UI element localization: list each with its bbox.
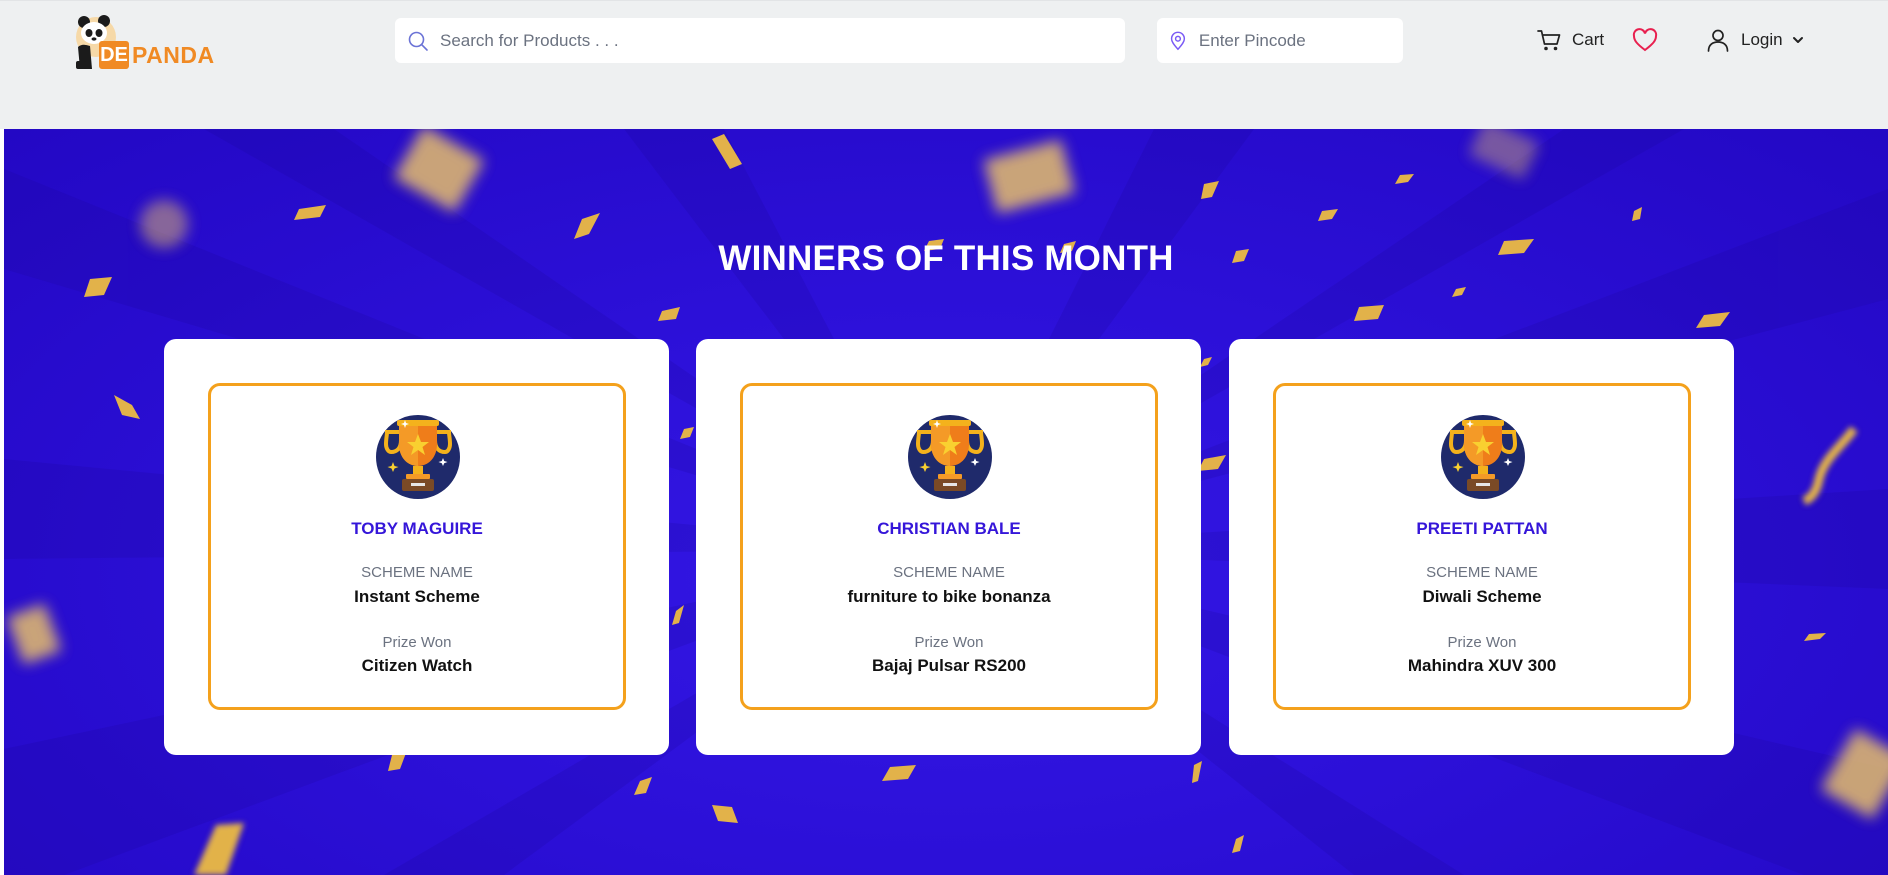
winner-card-frame: TOBY MAGUIRE SCHEME NAME Instant Scheme … <box>208 383 626 710</box>
winner-name: CHRISTIAN BALE <box>877 519 1021 538</box>
user-icon <box>1707 29 1729 52</box>
winner-name: TOBY MAGUIRE <box>351 519 483 538</box>
cart-icon <box>1537 30 1561 51</box>
winner-card: PREETI PATTAN SCHEME NAME Diwali Scheme … <box>1229 339 1734 755</box>
winner-name: PREETI PATTAN <box>1416 519 1548 538</box>
prize-won-label: Prize Won <box>382 634 452 651</box>
depanda-logo[interactable]: DE PANDA <box>70 13 220 71</box>
pincode-input[interactable] <box>1196 29 1403 52</box>
winner-card: TOBY MAGUIRE SCHEME NAME Instant Scheme … <box>164 339 669 755</box>
logo-name: PANDA <box>132 42 215 68</box>
prize-won-value: Mahindra XUV 300 <box>1407 656 1557 675</box>
scheme-name-label: SCHEME NAME <box>893 564 1005 581</box>
trophy-icon <box>908 415 992 499</box>
prize-won-value: Bajaj Pulsar RS200 <box>871 656 1027 675</box>
winner-card-frame: CHRISTIAN BALE SCHEME NAME furniture to … <box>740 383 1158 710</box>
winner-card-frame: PREETI PATTAN SCHEME NAME Diwali Scheme … <box>1273 383 1691 710</box>
login-label: Login <box>1741 30 1783 49</box>
trophy-icon <box>1441 415 1525 499</box>
scheme-name-label: SCHEME NAME <box>361 564 473 581</box>
location-pin-icon <box>1170 31 1186 50</box>
logo-prefix: DE <box>99 41 129 69</box>
trophy-icon <box>376 415 460 499</box>
login-menu[interactable]: Login <box>1705 25 1805 55</box>
search-input[interactable] <box>438 29 1099 52</box>
prize-won-value: Citizen Watch <box>361 656 473 675</box>
scheme-name-value: furniture to bike bonanza <box>847 587 1051 606</box>
chevron-down-icon <box>1792 37 1803 43</box>
top-navbar: DE PANDA Cart Login <box>0 0 1888 77</box>
wishlist-heart-icon[interactable] <box>1631 26 1659 54</box>
scheme-name-value: Diwali Scheme <box>1422 587 1542 606</box>
search-icon <box>408 31 428 51</box>
scheme-name-value: Instant Scheme <box>354 587 480 606</box>
header-subband <box>0 77 1888 129</box>
cart-button[interactable]: Cart <box>1536 25 1604 55</box>
scheme-name-label: SCHEME NAME <box>1426 564 1538 581</box>
winner-card: CHRISTIAN BALE SCHEME NAME furniture to … <box>696 339 1201 755</box>
prize-won-label: Prize Won <box>914 634 984 651</box>
winners-banner: WINNERS OF THIS MONTH TOBY MAGUIRE SCHEM… <box>4 129 1888 875</box>
winners-title: WINNERS OF THIS MONTH <box>718 239 1174 278</box>
cart-label: Cart <box>1572 30 1605 49</box>
search-bar[interactable] <box>395 18 1125 63</box>
prize-won-label: Prize Won <box>1447 634 1517 651</box>
pincode-bar[interactable] <box>1157 18 1403 63</box>
